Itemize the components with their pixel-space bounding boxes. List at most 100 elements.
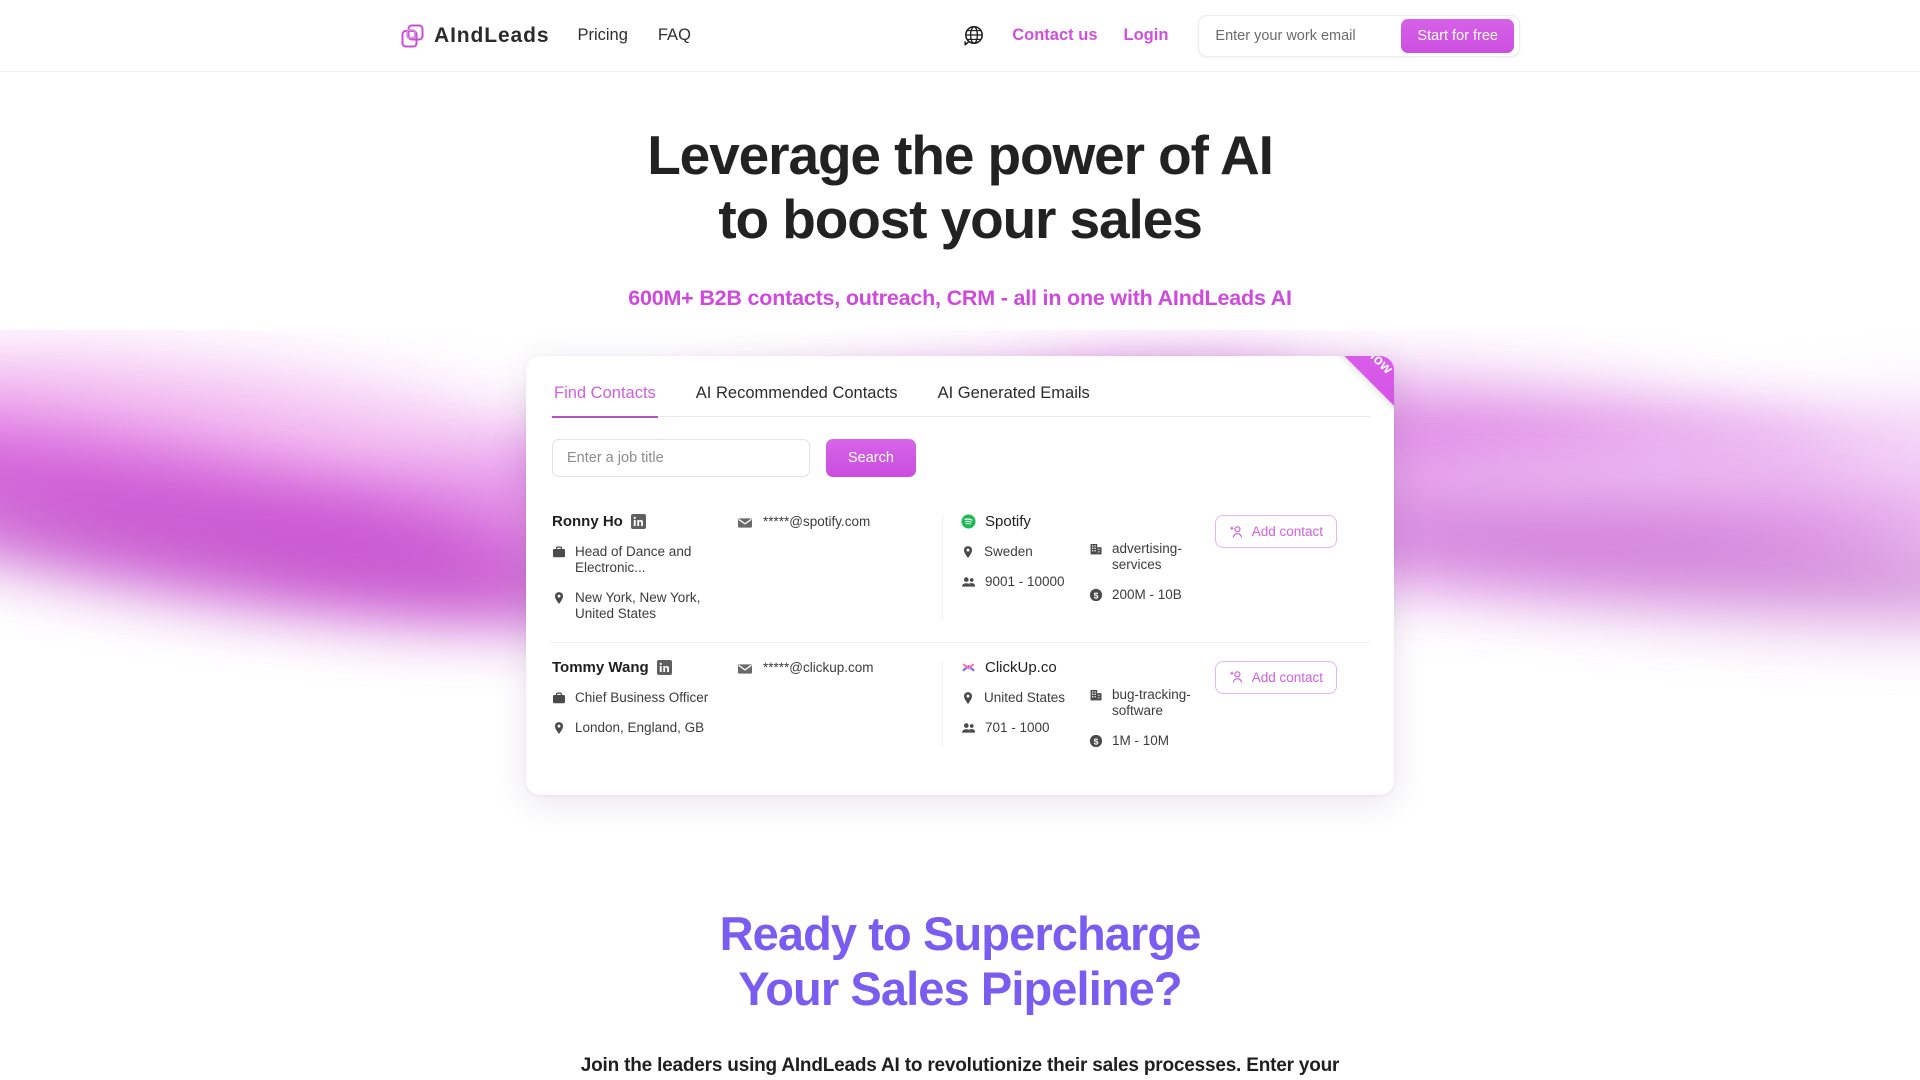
column-divider [942,660,943,747]
contact-search-card: Try it now Find Contacts AI Recommended … [526,355,1394,795]
nav-item-pricing[interactable]: Pricing [577,26,627,45]
person-details: Ronny Ho Head of Dance and Electronic...… [552,513,737,622]
hero-subtitle: 600M+ B2B contacts, outreach, CRM - all … [628,285,1292,310]
person-cell: Ronny Ho Head of Dance and Electronic...… [552,513,942,622]
wave-shape [0,333,544,487]
envelope-icon [738,664,752,674]
nav-item-faq[interactable]: FAQ [658,26,691,45]
add-person-icon [1230,671,1242,683]
cta-title-line-1: Ready to Supercharge [719,906,1202,960]
person-job-title: Chief Business Officer [575,689,709,705]
company-name: ClickUp.co [985,658,1057,676]
company-primary-details: Spotify Sweden 9001 - 10000 [961,513,1089,603]
tab-find-contacts[interactable]: Find Contacts [552,378,658,418]
add-contact-button[interactable]: Add contact [1214,660,1337,694]
cta-title: Ready to Supercharge Your Sales Pipeline… [0,907,1920,1017]
person-email-block: *****@spotify.com [737,513,870,622]
brand-logo-link[interactable]: AIndLeads [400,23,549,49]
hero-title-line-2: to boost your sales [718,187,1202,250]
building-icon [1090,689,1102,701]
wave-shape [1327,482,1920,643]
briefcase-icon [553,546,565,558]
briefcase-icon [553,692,565,703]
cta-title-line-2: Your Sales Pipeline? [738,961,1182,1015]
company-cell: Spotify Sweden 9001 - 10000 advertising-… [961,513,1368,603]
start-for-free-button[interactable]: Start for free [1401,18,1514,53]
site-header: AIndLeads Pricing FAQ Contact us Login E… [0,0,1920,72]
person-name: Tommy Wang [552,658,649,676]
hero-title-line-1: Leverage the power of AI [647,124,1274,186]
card-tabs: Find Contacts AI Recommended Contacts AI… [550,378,1370,418]
table-row: Tommy Wang Chief Business Officer London… [550,643,1370,769]
map-pin-icon [963,691,973,704]
search-button[interactable]: Search [826,439,916,478]
person-details: Tommy Wang Chief Business Officer London… [552,659,737,736]
person-name: Ronny Ho [552,513,623,531]
company-location: United States [984,689,1066,705]
company-secondary-details: bug-tracking-software $ 1M - 10M [1089,659,1209,749]
add-contact-button[interactable]: Add contact [1214,515,1337,549]
person-location: New York, New York, United States [575,589,701,621]
company-revenue: 200M - 10B [1112,586,1182,602]
map-pin-icon [554,721,564,734]
wave-shape [0,372,584,648]
dollar-coin-icon: $ [1089,734,1103,747]
person-email: *****@spotify.com [763,514,871,530]
person-email-block: *****@clickup.com [737,659,874,736]
person-cell: Tommy Wang Chief Business Officer London… [552,659,942,736]
company-headcount: 9001 - 10000 [985,574,1065,590]
add-person-icon [1230,525,1242,538]
page-root: AIndLeads Pricing FAQ Contact us Login E… [0,0,1920,1080]
linkedin-icon[interactable] [630,514,646,530]
header-email-capture: Start for free [1198,14,1520,57]
dollar-coin-icon: $ [1089,588,1103,602]
tab-ai-generated-emails[interactable]: AI Generated Emails [936,378,1092,418]
company-primary-details: ClickUp.co United States 701 - 1000 [961,659,1089,749]
login-link[interactable]: Login [1124,26,1169,45]
person-email: *****@clickup.com [763,659,874,675]
company-industry: bug-tracking-software [1112,686,1191,718]
contact-us-link[interactable]: Contact us [1012,26,1097,45]
brand-name: AIndLeads [434,23,550,47]
map-pin-icon [554,592,564,604]
company-name: Spotify [985,513,1031,531]
search-controls: Search [550,439,1370,478]
stacked-squares-icon [401,24,424,47]
svg-text:$: $ [1094,736,1099,746]
building-icon [1090,544,1102,555]
people-icon [962,577,975,587]
clickup-icon [962,663,975,672]
cta-section: Ready to Supercharge Your Sales Pipeline… [0,907,1920,1077]
table-row: Ronny Ho Head of Dance and Electronic...… [550,497,1370,643]
row-actions: Add contact [1209,659,1337,749]
company-cell: ClickUp.co United States 701 - 1000 bug-… [961,659,1368,749]
row-actions: Add contact [1209,513,1337,603]
linkedin-icon[interactable] [656,659,672,675]
column-divider [942,515,943,620]
wave-shape [1417,382,1920,548]
spotify-icon [961,514,976,529]
person-location: London, England, GB [575,719,705,735]
tab-ai-recommended-contacts[interactable]: AI Recommended Contacts [694,378,900,418]
person-job-title: Head of Dance and Electronic... [575,544,692,576]
company-secondary-details: advertising-services $ 200M - 10B [1089,513,1209,603]
hero-section: Leverage the power of AI to boost your s… [0,72,1920,311]
cta-subtitle: Join the leaders using AIndLeads AI to r… [580,1054,1340,1076]
map-pin-icon [963,546,973,559]
search-results-list: Ronny Ho Head of Dance and Electronic...… [550,497,1370,768]
header-actions: Contact us Login Start for free [962,14,1520,57]
primary-nav: Pricing FAQ [577,26,690,45]
page-title: Leverage the power of AI to boost your s… [0,124,1920,252]
globe-chat-icon[interactable] [962,24,986,48]
company-revenue: 1M - 10M [1112,732,1170,748]
envelope-icon [738,518,752,528]
search-card-wrapper: Try it now Find Contacts AI Recommended … [526,355,1394,795]
svg-text:$: $ [1094,590,1099,600]
company-location: Sweden [984,544,1033,560]
job-title-search-input[interactable] [552,439,810,478]
work-email-input[interactable] [1215,27,1402,44]
add-contact-label: Add contact [1251,669,1323,685]
add-contact-label: Add contact [1251,524,1323,540]
people-icon [962,723,975,733]
company-industry: advertising-services [1112,541,1182,573]
